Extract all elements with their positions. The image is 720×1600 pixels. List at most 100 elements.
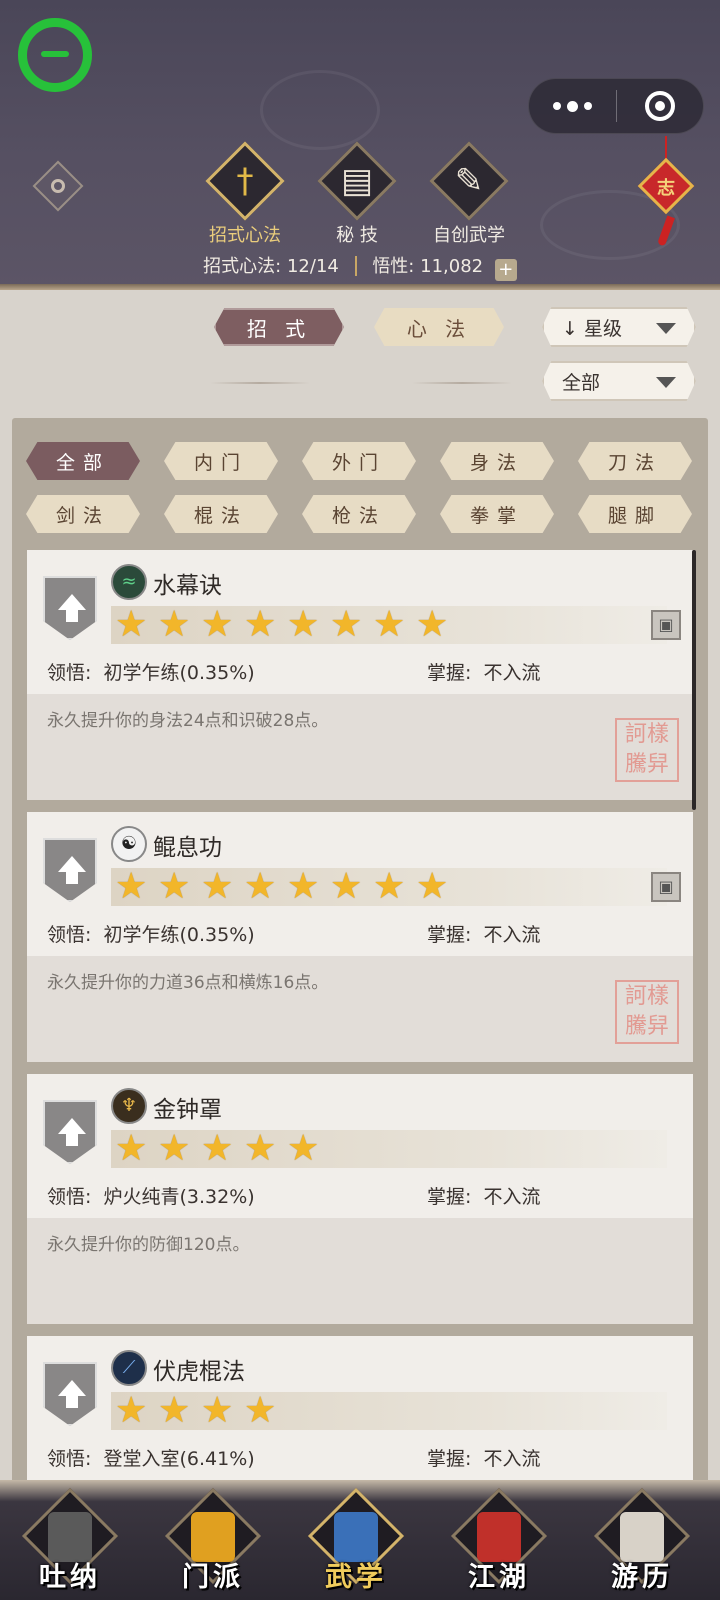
mastery-value: 不入流 — [483, 924, 541, 946]
mastery-value: 不入流 — [483, 1448, 541, 1470]
star-rating: ★ ★ ★ ★ ★ ★ ★ ★ — [111, 606, 667, 644]
comprehension-value: 初学乍练(0.35%) — [103, 662, 255, 684]
star-rating: ★ ★ ★ ★ — [111, 1392, 667, 1430]
skill-card[interactable]: ⟋ 伏虎棍法 ★ ★ ★ ★ 领悟: 登堂入室(6.41%) 掌握: 不入流 — [27, 1336, 693, 1490]
nav-jianghu[interactable]: 江湖 — [449, 1487, 549, 1594]
nav-sect[interactable]: 门派 — [163, 1487, 263, 1594]
star-icon: ★ — [244, 1390, 277, 1431]
skill-name: 伏虎棍法 — [153, 1359, 245, 1385]
scope-select[interactable]: 全部 — [542, 361, 696, 401]
upgrade-icon[interactable] — [43, 1362, 97, 1426]
category-leg[interactable]: 腿脚 — [578, 495, 692, 533]
skills-panel: 全部 内门 外门 身法 刀法 剑法 棍法 枪法 拳掌 腿脚 ≈ 水幕诀 ★ ★ ★ ★… — [12, 418, 708, 1490]
tab-moves-methods[interactable]: † 招式心法 — [200, 141, 290, 247]
manual-icon[interactable]: ▣ — [651, 872, 681, 902]
skill-name: 鲲息功 — [153, 835, 222, 861]
star-icon: ★ — [330, 604, 363, 645]
comprehension-label: 领悟: — [47, 1448, 92, 1470]
comprehension-label: 领悟: — [47, 1186, 92, 1208]
star-icon: ★ — [115, 1128, 148, 1169]
tab-self-created[interactable]: ✎ 自创武学 — [424, 141, 514, 247]
category-outer[interactable]: 外门 — [302, 442, 416, 480]
header: 志 † 招式心法 ▤ 秘 技 ✎ 自创武学 招式心法: 12/14 悟性: 11… — [0, 0, 720, 290]
scrollbar[interactable] — [692, 550, 696, 810]
upgrade-icon[interactable] — [43, 576, 97, 640]
nav-travel[interactable]: 游历 — [592, 1487, 692, 1594]
mastery-value: 不入流 — [483, 1186, 541, 1208]
water-icon: ≈ — [111, 564, 147, 600]
miniprogram-capsule — [528, 78, 704, 134]
skill-name: 金钟罩 — [153, 1097, 222, 1123]
scope-label: 全部 — [562, 371, 601, 394]
bottom-nav: 吐纳 门派 武学 江湖 游历 — [0, 1480, 720, 1600]
skill-name: 水幕诀 — [153, 573, 222, 599]
star-icon: ★ — [287, 1128, 320, 1169]
star-icon: ★ — [373, 866, 406, 907]
nav-label: 江湖 — [468, 1562, 530, 1593]
chevron-down-icon — [656, 323, 676, 334]
add-insight-button[interactable]: + — [494, 259, 517, 281]
skill-card[interactable]: ≈ 水幕诀 ★ ★ ★ ★ ★ ★ ★ ★ ▣ 领悟: 初学乍练(0.35%) 掌握: 不入流… — [27, 550, 693, 800]
eye-icon[interactable] — [32, 160, 84, 212]
category-spear[interactable]: 枪法 — [302, 495, 416, 533]
insight-label: 悟性: — [372, 256, 415, 277]
chat-icon[interactable] — [18, 18, 92, 92]
star-icon: ★ — [201, 604, 234, 645]
moves-count-label: 招式心法: — [203, 256, 282, 277]
chinese-knot-icon[interactable]: 志 — [637, 136, 695, 247]
scroll-icon: ✎ — [454, 161, 484, 201]
mastery-label: 掌握: — [427, 924, 472, 946]
sort-select[interactable]: ↓ 星级 — [542, 307, 696, 347]
tab-secret-skills[interactable]: ▤ 秘 技 — [312, 141, 402, 247]
nav-label: 武学 — [325, 1562, 387, 1593]
manual-icon[interactable]: ▣ — [651, 610, 681, 640]
star-icon: ★ — [287, 604, 320, 645]
skill-description: 永久提升你的防御120点。 — [47, 1235, 250, 1255]
upgrade-icon[interactable] — [43, 838, 97, 902]
sword-icon: † — [236, 161, 254, 201]
close-miniprogram-button[interactable] — [617, 78, 704, 134]
book-icon: ▤ — [340, 161, 374, 201]
more-options-button[interactable] — [529, 78, 616, 134]
category-sword[interactable]: 剑法 — [26, 495, 140, 533]
mastery-label: 掌握: — [427, 662, 472, 684]
divider — [210, 382, 310, 384]
filter-moves-tab[interactable]: 招 式 — [214, 308, 344, 346]
star-icon: ★ — [287, 866, 320, 907]
star-rating: ★ ★ ★ ★ ★ ★ ★ ★ — [111, 868, 667, 906]
category-movement[interactable]: 身法 — [440, 442, 554, 480]
filter-methods-tab[interactable]: 心 法 — [374, 308, 504, 346]
nav-label: 游历 — [611, 1562, 673, 1593]
insight-value: 11,082 — [420, 256, 484, 277]
stats-line: 招式心法: 12/14 悟性: 11,082 + — [0, 252, 720, 281]
category-fist[interactable]: 拳掌 — [440, 495, 554, 533]
star-icon: ★ — [244, 1128, 277, 1169]
category-saber[interactable]: 刀法 — [578, 442, 692, 480]
divider — [354, 256, 357, 276]
star-icon: ★ — [158, 1390, 191, 1431]
star-icon: ★ — [244, 604, 277, 645]
mastery-value: 不入流 — [483, 662, 541, 684]
category-all[interactable]: 全部 — [26, 442, 140, 480]
nav-label: 吐纳 — [39, 1562, 101, 1593]
seal-stamp: 訶樣 騰舁 — [615, 718, 679, 782]
comprehension-label: 领悟: — [47, 924, 92, 946]
upgrade-icon[interactable] — [43, 1100, 97, 1164]
nav-martial-arts[interactable]: 武学 — [306, 1487, 406, 1594]
chevron-down-icon — [656, 377, 676, 388]
yinyang-icon: ☯ — [111, 826, 147, 862]
comprehension-value: 登堂入室(6.41%) — [103, 1448, 255, 1470]
category-staff[interactable]: 棍法 — [164, 495, 278, 533]
star-icon: ★ — [158, 866, 191, 907]
comprehension-value: 炉火纯青(3.32%) — [103, 1186, 255, 1208]
star-icon: ★ — [201, 866, 234, 907]
star-icon: ★ — [115, 1390, 148, 1431]
category-inner[interactable]: 内门 — [164, 442, 278, 480]
nav-breathing[interactable]: 吐纳 — [20, 1487, 120, 1594]
skill-card[interactable]: ♆ 金钟罩 ★ ★ ★ ★ ★ 领悟: 炉火纯青(3.32%) 掌握: 不入流 永久提升… — [27, 1074, 693, 1324]
top-tabs: † 招式心法 ▤ 秘 技 ✎ 自创武学 — [200, 141, 514, 247]
skill-card[interactable]: ☯ 鲲息功 ★ ★ ★ ★ ★ ★ ★ ★ ▣ 领悟: 初学乍练(0.35%) 掌握: 不入流… — [27, 812, 693, 1062]
staff-icon: ⟋ — [111, 1350, 147, 1386]
cloud-pattern — [260, 70, 380, 150]
comprehension-label: 领悟: — [47, 662, 92, 684]
